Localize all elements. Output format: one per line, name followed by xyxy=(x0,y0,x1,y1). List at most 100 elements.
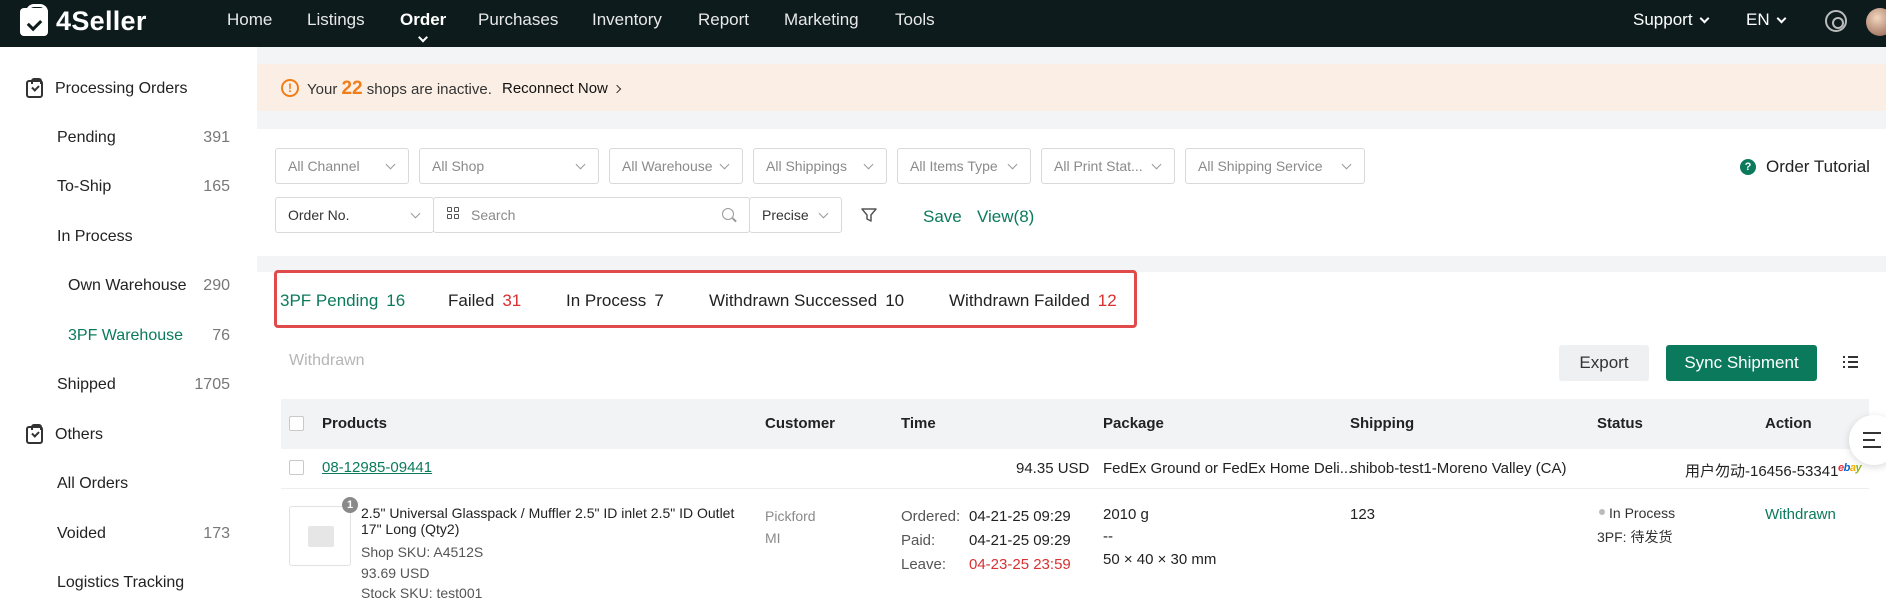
select-all-checkbox[interactable] xyxy=(289,416,304,431)
own-warehouse-count: 290 xyxy=(203,277,230,294)
paid-time: 04-21-25 09:29 xyxy=(969,532,1071,549)
quantity-badge: 1 xyxy=(342,497,358,513)
tracking-number: 123 xyxy=(1350,506,1376,523)
barcode-scan-icon[interactable] xyxy=(447,207,460,220)
customer-state: MI xyxy=(765,530,781,546)
pending-count: 391 xyxy=(203,129,230,146)
status-dot-icon xyxy=(1599,509,1605,515)
chevron-down-icon xyxy=(410,208,421,219)
chevron-down-icon xyxy=(418,32,429,43)
sidebar-item-to-ship[interactable]: To-Ship xyxy=(57,178,111,196)
search-icon[interactable] xyxy=(722,208,734,220)
logo[interactable]: 4Seller xyxy=(20,3,147,37)
header-products: Products xyxy=(322,415,388,432)
warehouse-select[interactable]: All Warehouse xyxy=(609,148,743,184)
chevron-down-icon xyxy=(1151,159,1162,170)
chevron-down-icon xyxy=(719,159,730,170)
chevron-down-icon xyxy=(1699,13,1709,23)
ebay-logo-icon: ebay xyxy=(1838,462,1862,474)
sidebar-item-logistics-tracking[interactable]: Logistics Tracking xyxy=(57,574,184,592)
saved-views-button[interactable]: View(8) xyxy=(977,207,1034,227)
sidebar-group-others[interactable]: Others xyxy=(26,424,103,444)
header-shipping: Shipping xyxy=(1350,415,1415,432)
banner-message: Your 22 shops are inactive. xyxy=(307,78,492,99)
filter-icon[interactable] xyxy=(860,206,878,224)
save-filter-button[interactable]: Save xyxy=(923,207,962,227)
order-field-select[interactable]: Order No. xyxy=(275,197,434,233)
nav-report[interactable]: Report xyxy=(698,10,749,30)
bag-logo-icon xyxy=(20,3,48,36)
nav-marketing[interactable]: Marketing xyxy=(784,10,859,30)
voided-count: 173 xyxy=(203,525,230,542)
3pf-warehouse-count: 76 xyxy=(212,327,230,344)
match-mode-select[interactable]: Precise xyxy=(749,197,842,233)
buyer-id: 用户勿动-16456-53341 xyxy=(1685,463,1839,480)
top-navbar: 4Seller Home Listings Order Purchases In… xyxy=(0,0,1886,47)
language-menu[interactable]: EN xyxy=(1746,10,1787,30)
shipping-service-select[interactable]: All Shipping Service xyxy=(1185,148,1365,184)
chevron-down-icon xyxy=(1007,159,1018,170)
inactive-count: 22 xyxy=(341,78,363,99)
nav-inventory[interactable]: Inventory xyxy=(592,10,662,30)
ordered-label: Ordered: xyxy=(901,508,961,525)
nav-tools[interactable]: Tools xyxy=(895,10,935,30)
sidebar-item-shipped[interactable]: Shipped xyxy=(57,376,116,394)
clipboard-check-icon xyxy=(26,424,43,444)
order-tutorial-link[interactable]: ? Order Tutorial xyxy=(1740,157,1870,177)
reconnect-now-link[interactable]: Reconnect Now xyxy=(502,80,622,97)
gear-icon[interactable] xyxy=(1825,10,1847,32)
shop-sku: Shop SKU: A4512S xyxy=(361,544,484,560)
sidebar-group-processing[interactable]: Processing Orders xyxy=(26,78,188,98)
items-type-select[interactable]: All Items Type xyxy=(897,148,1031,184)
avatar[interactable] xyxy=(1866,8,1886,36)
clipboard-check-icon xyxy=(26,78,43,98)
column-settings-icon[interactable] xyxy=(1843,355,1859,369)
nav-order[interactable]: Order xyxy=(400,10,446,43)
chevron-down-icon xyxy=(1341,159,1352,170)
substatus: 3PF: 待发货 xyxy=(1597,529,1673,545)
nav-purchases[interactable]: Purchases xyxy=(478,10,558,30)
channel-select[interactable]: All Channel xyxy=(275,148,409,184)
customer-name: Pickford xyxy=(765,508,816,524)
shop-select[interactable]: All Shop xyxy=(419,148,599,184)
sidebar-item-pending[interactable]: Pending xyxy=(57,129,116,147)
support-menu[interactable]: Support xyxy=(1633,10,1709,30)
nav-listings[interactable]: Listings xyxy=(307,10,365,30)
paid-label: Paid: xyxy=(901,532,936,549)
export-button[interactable]: Export xyxy=(1559,345,1649,381)
order-number-link[interactable]: 08-12985-09441 xyxy=(322,459,432,476)
chevron-down-icon xyxy=(385,159,396,170)
header-time: Time xyxy=(901,415,936,432)
item-price: 93.69 USD xyxy=(361,565,430,581)
warning-icon: ! xyxy=(281,79,299,97)
tab-failed[interactable]: Failed 31 xyxy=(448,291,521,311)
nav-home[interactable]: Home xyxy=(227,10,272,30)
sidebar-item-all-orders[interactable]: All Orders xyxy=(57,475,128,493)
product-image-placeholder[interactable] xyxy=(289,506,351,566)
shipping-service: FedEx Ground or FedEx Home Deli... xyxy=(1103,460,1353,477)
print-status-select[interactable]: All Print Stat... xyxy=(1041,148,1175,184)
package-extra: -- xyxy=(1103,528,1113,545)
tab-withdrawn-failded[interactable]: Withdrawn Failded 12 xyxy=(949,291,1117,311)
order-checkbox[interactable] xyxy=(289,460,304,475)
to-ship-count: 165 xyxy=(203,178,230,195)
search-input[interactable]: Search xyxy=(433,197,750,233)
tab-in-process[interactable]: In Process 7 xyxy=(566,291,664,311)
chevron-right-icon xyxy=(612,84,622,93)
chevron-down-icon xyxy=(1776,13,1787,23)
sidebar-item-in-process[interactable]: In Process xyxy=(57,228,133,246)
tab-3pf-pending[interactable]: 3PF Pending 16 xyxy=(280,291,405,311)
sidebar-item-voided[interactable]: Voided xyxy=(57,525,106,543)
sync-shipment-button[interactable]: Sync Shipment xyxy=(1666,345,1817,381)
chevron-down-icon xyxy=(818,208,829,219)
bulk-withdrawn-button[interactable]: Withdrawn xyxy=(289,352,365,370)
product-title: 2.5" Universal Glasspack / Muffler 2.5" … xyxy=(361,505,735,537)
header-status: Status xyxy=(1597,415,1643,432)
withdrawn-action-button[interactable]: Withdrawn xyxy=(1765,506,1836,523)
leave-label: Leave: xyxy=(901,556,947,573)
leave-time: 04-23-25 23:59 xyxy=(969,556,1071,573)
shippings-select[interactable]: All Shippings xyxy=(753,148,887,184)
stock-sku: Stock SKU: test001 xyxy=(361,585,483,601)
tab-withdrawn-successed[interactable]: Withdrawn Successed 10 xyxy=(709,291,904,311)
chevron-down-icon xyxy=(863,159,874,170)
